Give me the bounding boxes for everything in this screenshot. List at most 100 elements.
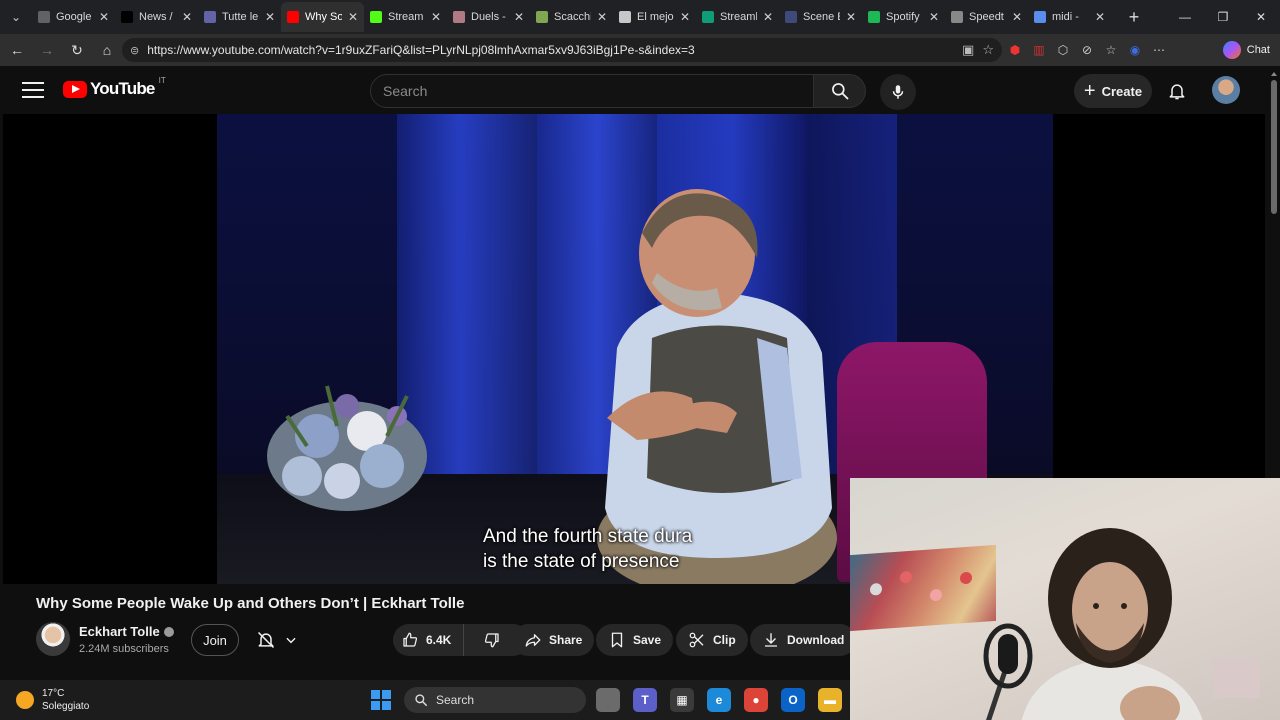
download-button[interactable]: Download [750, 624, 857, 656]
share-icon [525, 634, 541, 647]
close-tab-icon[interactable]: ✕ [514, 10, 524, 24]
menu-icon[interactable] [22, 80, 44, 100]
site-info-icon[interactable]: ⊜ [130, 44, 139, 57]
file-explorer-icon[interactable]: ▬ [818, 688, 842, 712]
close-tab-icon[interactable]: ✕ [431, 10, 441, 24]
channel-name-link[interactable]: Eckhart Tolle [79, 624, 174, 639]
plus-icon: + [1083, 80, 1096, 102]
close-tab-icon[interactable]: ✕ [846, 10, 856, 24]
browser-tab[interactable]: Speedt ✕ [945, 2, 1028, 32]
browser-tab[interactable]: Scene E ✕ [779, 2, 862, 32]
save-label: Save [633, 633, 662, 647]
tab-title: Stream [388, 11, 424, 23]
new-tab-button[interactable]: + [1119, 2, 1149, 32]
browser-tab[interactable]: News / ✕ [115, 2, 198, 32]
tab-actions-menu-icon[interactable]: ⌄ [0, 0, 32, 34]
clip-button[interactable]: Clip [676, 624, 748, 656]
close-tab-icon[interactable]: ✕ [763, 10, 773, 24]
home-icon[interactable]: ⌂ [92, 34, 122, 66]
close-tab-icon[interactable]: ✕ [265, 10, 275, 24]
close-tab-icon[interactable]: ✕ [597, 10, 607, 24]
extensions-icon[interactable]: ⬡ [1053, 40, 1073, 60]
search-button[interactable] [814, 74, 866, 108]
browser-tab[interactable]: Spotify ✕ [862, 2, 945, 32]
split-screen-icon[interactable]: ⊘ [1077, 40, 1097, 60]
browser-tab[interactable]: Duels - ✕ [447, 2, 530, 32]
create-label: Create [1101, 83, 1143, 99]
account-avatar[interactable] [1212, 76, 1240, 104]
like-dislike-group: 6.4K [393, 624, 529, 656]
channel-name: Eckhart Tolle [79, 624, 160, 639]
forward-icon[interactable]: → [32, 34, 62, 66]
profile-icon[interactable]: ◉ [1125, 40, 1145, 60]
microphone-icon [892, 85, 904, 99]
taskbar-search[interactable]: Search [404, 687, 586, 713]
webcam-overlay [850, 478, 1280, 720]
favorite-star-icon[interactable]: ☆ [982, 42, 994, 58]
youtube-logo[interactable]: YouTube IT [63, 76, 166, 99]
save-button[interactable]: Save [596, 624, 674, 656]
like-count: 6.4K [426, 633, 452, 647]
scroll-up-arrow-icon[interactable] [1271, 72, 1277, 76]
tab-title: midi - [1052, 11, 1079, 23]
more-options-icon[interactable]: ⋯ [1149, 40, 1169, 60]
close-window-icon[interactable]: ✕ [1242, 0, 1280, 34]
favorites-icon[interactable]: ☆ [1101, 40, 1121, 60]
close-tab-icon[interactable]: ✕ [99, 10, 109, 24]
close-tab-icon[interactable]: ✕ [1012, 10, 1022, 24]
browser-tab-strip: ⌄ Google ✕ News / ✕ Tutte le ✕ Why So ✕ Stream ✕ D… [0, 0, 1280, 34]
calculator-icon[interactable]: ▦ [670, 688, 694, 712]
subscriber-count: 2.24M subscribers [79, 643, 169, 655]
address-bar[interactable]: ⊜ https://www.youtube.com/watch?v=1r9uxZ… [122, 38, 1002, 62]
search-input[interactable] [370, 74, 815, 108]
reader-mode-icon[interactable]: ▣ [962, 42, 974, 58]
close-tab-icon[interactable]: ✕ [182, 10, 192, 24]
url-text[interactable]: https://www.youtube.com/watch?v=1r9uxZFa… [147, 43, 954, 57]
gem-icon [619, 11, 631, 23]
browser-tab[interactable]: Streaml ✕ [696, 2, 779, 32]
sunny-icon [16, 691, 34, 709]
windows-start-icon[interactable] [371, 690, 391, 710]
extensions-bar: ⬢ ▥ ⬡ ⊘ ☆ ◉ ⋯ [1005, 34, 1169, 66]
close-tab-icon[interactable]: ✕ [680, 10, 690, 24]
scissors-icon [689, 632, 704, 648]
copilot-icon [1222, 41, 1241, 59]
browser-tab[interactable]: Why So ✕ [281, 2, 364, 32]
tab-title: Why So [305, 11, 342, 23]
browser-tab[interactable]: El mejo ✕ [613, 2, 696, 32]
dislike-button[interactable] [471, 624, 513, 656]
extension-blocker-icon[interactable]: ▥ [1029, 40, 1049, 60]
close-tab-icon[interactable]: ✕ [929, 10, 939, 24]
restore-icon[interactable]: ❐ [1204, 0, 1242, 34]
browser-tab[interactable]: midi - ✕ [1028, 2, 1111, 32]
weather-widget[interactable]: 17°C Soleggiato [16, 687, 89, 713]
back-icon[interactable]: ← [2, 34, 32, 66]
create-button[interactable]: + Create [1074, 74, 1152, 108]
copilot-chat-button[interactable]: Chat [1222, 40, 1270, 60]
browser-tab[interactable]: Stream ✕ [364, 2, 447, 32]
reload-icon[interactable]: ↻ [62, 34, 92, 66]
copilot-label: Chat [1246, 44, 1270, 56]
join-button[interactable]: Join [191, 624, 239, 656]
youtube-header: YouTube IT + Create [0, 66, 1268, 114]
like-button[interactable]: 6.4K [393, 624, 465, 656]
teams-app-icon[interactable]: T [633, 688, 657, 712]
close-tab-icon[interactable]: ✕ [1095, 10, 1105, 24]
edge-icon[interactable]: e [707, 688, 731, 712]
scroll-thumb[interactable] [1271, 80, 1277, 214]
browser-toolbar: ← → ↻ ⌂ ⊜ https://www.youtube.com/watch?… [0, 34, 1280, 66]
notifications-button[interactable] [1164, 78, 1190, 104]
subscription-notifications-button[interactable] [248, 624, 308, 656]
browser-tab[interactable]: Google ✕ [32, 2, 115, 32]
close-tab-icon[interactable]: ✕ [348, 10, 358, 24]
share-button[interactable]: Share [512, 624, 595, 656]
outlook-icon[interactable]: O [781, 688, 805, 712]
browser-tab[interactable]: Tutte le ✕ [198, 2, 281, 32]
channel-avatar[interactable] [36, 622, 70, 656]
chrome-icon[interactable]: ● [744, 688, 768, 712]
voice-search-button[interactable] [880, 74, 916, 110]
minimize-icon[interactable]: — [1166, 0, 1204, 34]
task-view-icon[interactable] [596, 688, 620, 712]
extension-red-icon[interactable]: ⬢ [1005, 40, 1025, 60]
browser-tab[interactable]: Scacchi ✕ [530, 2, 613, 32]
